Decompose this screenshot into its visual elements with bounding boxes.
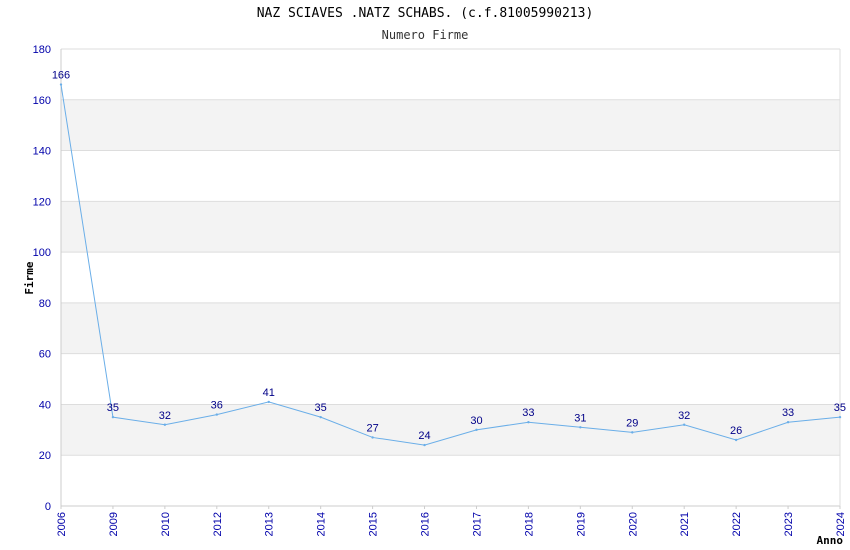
x-tick-label: 2014 <box>316 512 328 536</box>
x-tick-label: 2019 <box>575 512 587 536</box>
x-tick-label: 2021 <box>679 512 691 536</box>
data-point <box>838 415 842 419</box>
grid-bands <box>61 99 840 456</box>
y-tick-label: 180 <box>33 44 51 56</box>
data-point <box>683 423 686 426</box>
y-axis-label: Firme <box>23 261 36 294</box>
grid-band <box>61 302 840 354</box>
x-tick-label: 2015 <box>368 512 380 536</box>
grid-band <box>61 99 840 151</box>
data-label: 32 <box>678 410 690 422</box>
data-point <box>319 415 322 419</box>
x-tick-label: 2012 <box>212 512 224 536</box>
data-point <box>163 423 167 426</box>
line-chart: 0 20 40 60 80 100 120 140 160 180 2006 2009 2010 201… <box>23 44 847 547</box>
data-point <box>786 421 790 424</box>
data-point <box>734 438 738 442</box>
y-tick-label: 80 <box>39 298 51 310</box>
y-tick-label: 120 <box>33 196 51 208</box>
data-point <box>423 443 426 447</box>
y-tick-label: 20 <box>39 450 51 462</box>
data-point <box>267 400 270 404</box>
data-label: 33 <box>782 407 794 419</box>
x-tick-label: 2013 <box>264 512 276 536</box>
data-label: 35 <box>315 402 327 414</box>
grid-band <box>61 201 840 253</box>
data-label: 27 <box>366 422 378 434</box>
y-tick-label: 160 <box>33 95 51 107</box>
x-tick-label: 2023 <box>783 512 795 536</box>
x-axis-label: Anno <box>817 534 844 547</box>
x-tick-label: 2022 <box>731 512 743 536</box>
x-tick-labels: 2006 2009 2010 2012 2013 2014 2015 2016 2017 2018… <box>56 506 847 536</box>
x-tick-label: 2006 <box>56 512 68 536</box>
x-tick-label: 2009 <box>108 512 120 536</box>
data-label: 41 <box>263 387 275 399</box>
data-label: 35 <box>834 402 846 414</box>
data-point <box>59 83 63 86</box>
data-label: 36 <box>211 400 223 412</box>
data-point <box>475 428 478 432</box>
x-tick-label: 2020 <box>627 512 639 536</box>
data-point <box>371 436 374 439</box>
data-label: 30 <box>470 415 482 427</box>
data-label: 35 <box>107 402 119 414</box>
x-tick-label: 2010 <box>160 512 172 536</box>
y-tick-label: 40 <box>39 399 51 411</box>
y-tick-label: 140 <box>33 146 51 158</box>
data-label: 24 <box>418 430 430 442</box>
x-tick-label: 2018 <box>523 512 535 536</box>
y-tick-label: 100 <box>33 247 51 259</box>
grid-band <box>61 404 840 456</box>
data-point <box>111 415 115 419</box>
data-label: 31 <box>574 412 586 424</box>
x-tick-label: 2016 <box>420 512 432 536</box>
x-tick-label: 2024 <box>835 512 847 536</box>
x-tick-label: 2017 <box>471 512 483 536</box>
data-point <box>631 431 634 434</box>
data-label: 32 <box>159 410 171 422</box>
y-tick-label: 60 <box>39 349 51 361</box>
data-label: 166 <box>52 70 70 82</box>
data-label: 33 <box>522 407 534 419</box>
data-point <box>579 426 582 429</box>
y-tick-label: 0 <box>45 501 51 513</box>
data-point <box>527 421 530 424</box>
data-label: 26 <box>730 425 742 437</box>
data-label: 29 <box>626 417 638 429</box>
data-point <box>215 413 218 416</box>
